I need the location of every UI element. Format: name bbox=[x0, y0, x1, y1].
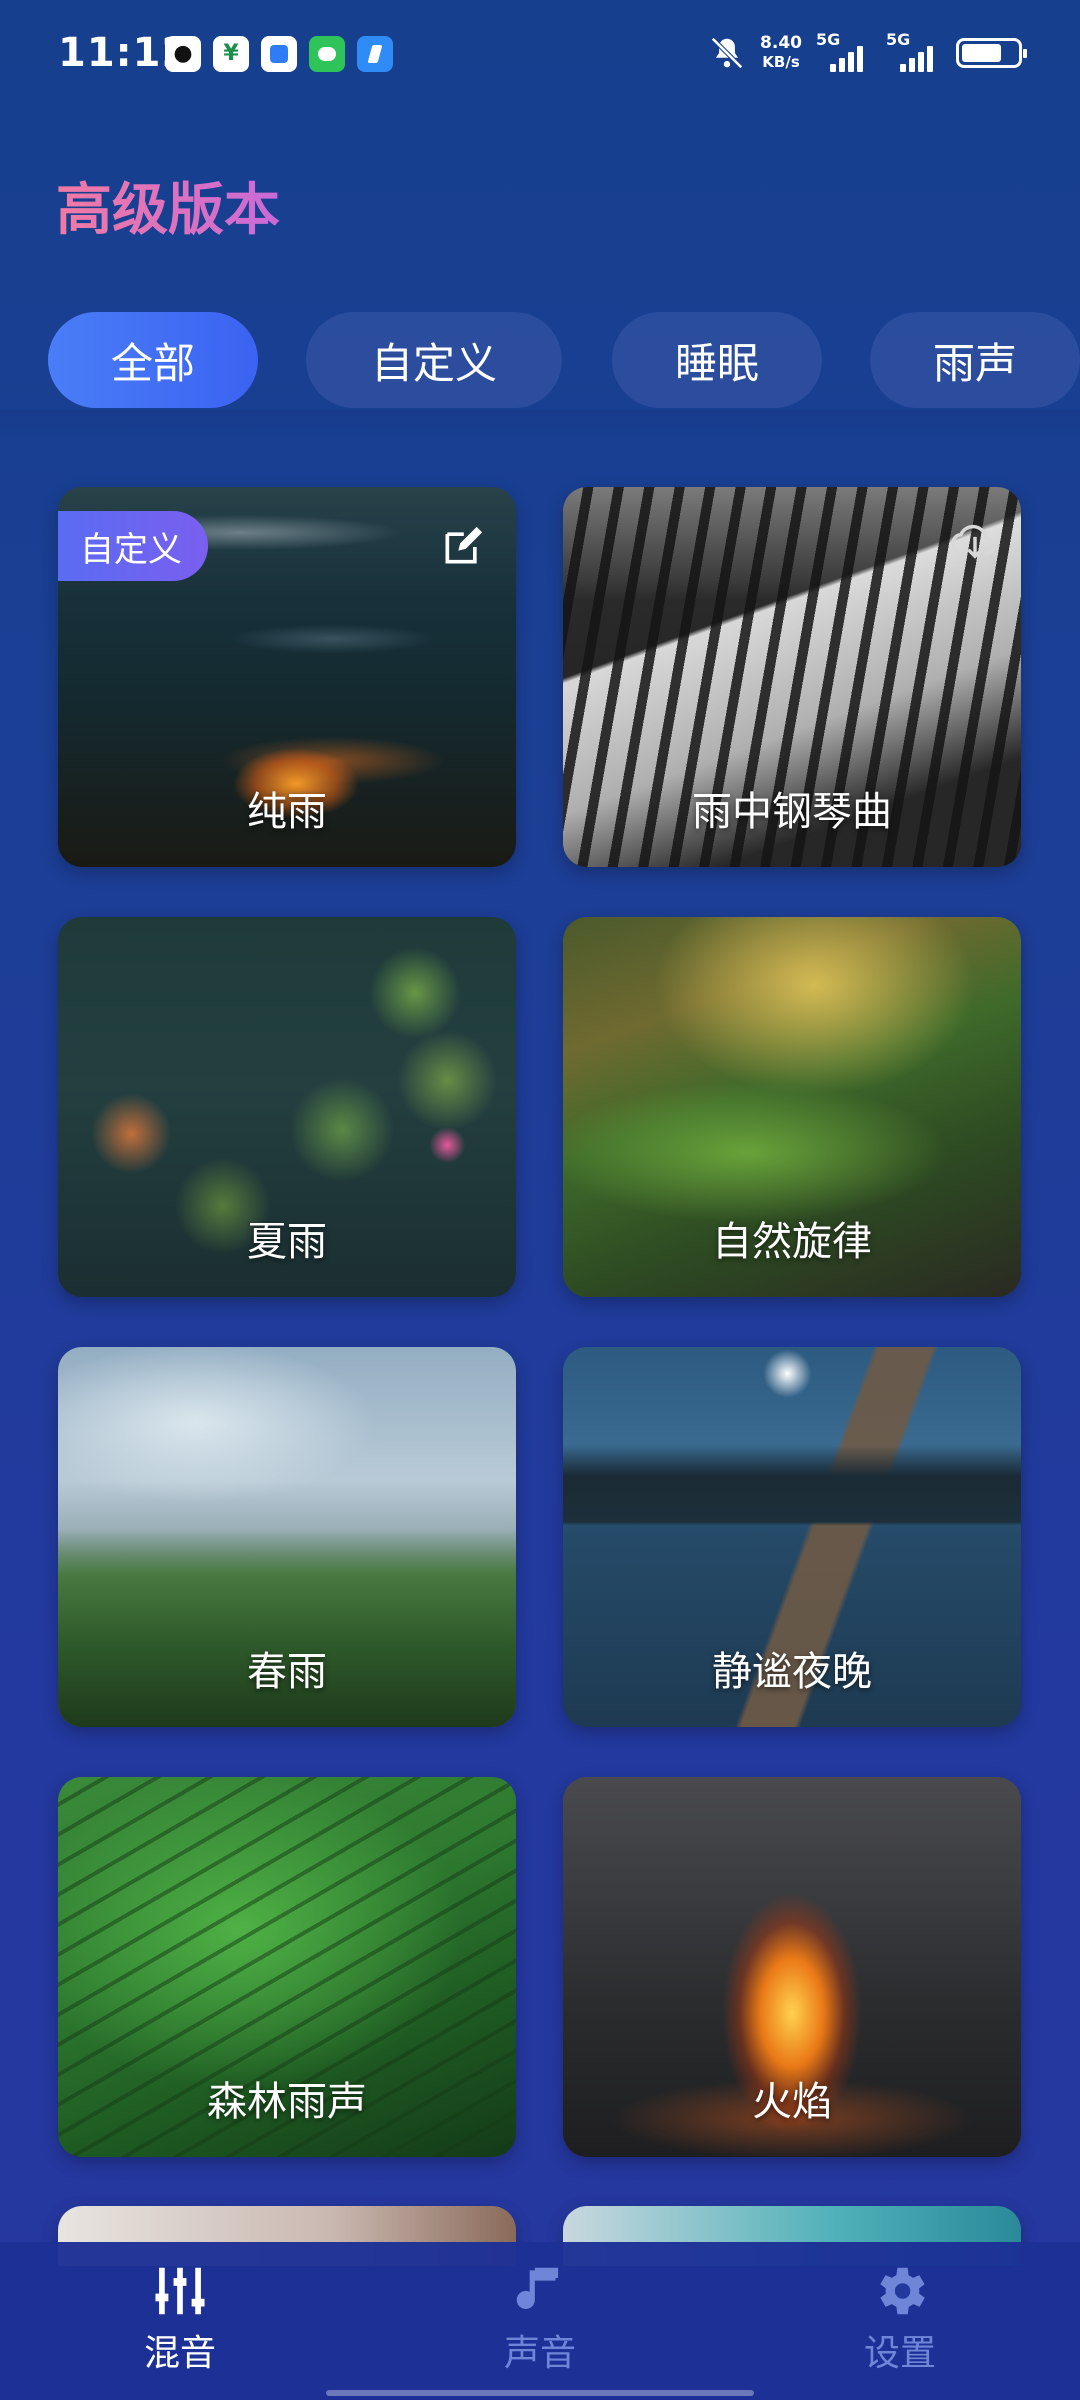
nav-settings-label: 设置 bbox=[863, 2333, 936, 2374]
signal-bars-icon bbox=[830, 46, 863, 72]
card-title: 纯雨 bbox=[247, 789, 327, 835]
wechat-icon bbox=[309, 36, 345, 72]
signal-5g-2: 5G bbox=[886, 32, 942, 74]
category-tabs: 全部 自定义 睡眠 雨声 bbox=[48, 312, 1080, 408]
status-right: 8.40 KB/s 5G 5G bbox=[708, 32, 1027, 74]
sound-card-quiet-night[interactable]: 静谧夜晚 bbox=[563, 1347, 1021, 1727]
nav-mix-label: 混音 bbox=[143, 2333, 216, 2374]
card-title: 雨中钢琴曲 bbox=[692, 789, 892, 835]
gear-icon bbox=[880, 2267, 925, 2315]
mixer-icon bbox=[155, 2267, 205, 2315]
sound-card-summer-rain[interactable]: 夏雨 bbox=[58, 917, 516, 1297]
sound-card-pure-rain[interactable]: 自定义 纯雨 bbox=[58, 487, 516, 867]
custom-badge: 自定义 bbox=[58, 511, 208, 581]
nav-mix[interactable]: 混音 bbox=[100, 2260, 260, 2376]
nav-settings[interactable]: 设置 bbox=[820, 2260, 980, 2376]
meeting-app-icon bbox=[261, 36, 297, 72]
tab-all[interactable]: 全部 bbox=[48, 312, 258, 408]
tab-sleep[interactable]: 睡眠 bbox=[612, 312, 822, 408]
sound-card-nature-melody[interactable]: 自然旋律 bbox=[563, 917, 1021, 1297]
cloud-download-icon[interactable] bbox=[949, 513, 1001, 565]
bank-app-icon: ¥ bbox=[213, 36, 249, 72]
sound-card-forest-rain[interactable]: 森林雨声 bbox=[58, 1777, 516, 2157]
feishu-icon bbox=[357, 36, 393, 72]
card-title: 夏雨 bbox=[247, 1219, 327, 1265]
status-bar: 11:12 ● ¥ 8.40 KB/s 5G 5G bbox=[0, 0, 1080, 110]
qq-icon: ● bbox=[165, 36, 201, 72]
card-title: 春雨 bbox=[247, 1649, 327, 1695]
card-title: 森林雨声 bbox=[207, 2079, 367, 2125]
sound-card-piano-rain[interactable]: 雨中钢琴曲 bbox=[563, 487, 1021, 867]
network-speed: 8.40 KB/s bbox=[760, 34, 802, 72]
tab-rain[interactable]: 雨声 bbox=[870, 312, 1080, 408]
nav-sound[interactable]: 声音 bbox=[460, 2260, 620, 2376]
sound-card-flame[interactable]: 火焰 bbox=[563, 1777, 1021, 2157]
signal-5g-1: 5G bbox=[816, 32, 872, 74]
music-note-icon bbox=[516, 2267, 559, 2309]
card-title: 火焰 bbox=[752, 2079, 832, 2125]
bottom-nav: 混音 声音 设置 bbox=[0, 2242, 1080, 2400]
tab-custom[interactable]: 自定义 bbox=[306, 312, 562, 408]
page-title: 高级版本 bbox=[56, 165, 280, 246]
network-speed-value: 8.40 bbox=[760, 33, 802, 53]
sound-card-spring-rain[interactable]: 春雨 bbox=[58, 1347, 516, 1727]
card-title: 静谧夜晚 bbox=[712, 1649, 872, 1695]
network-speed-unit: KB/s bbox=[762, 53, 800, 71]
notification-icons: ● ¥ bbox=[165, 36, 393, 72]
home-indicator[interactable] bbox=[326, 2390, 754, 2396]
edit-icon[interactable] bbox=[440, 525, 484, 569]
card-title: 自然旋律 bbox=[712, 1219, 872, 1265]
signal-bars-icon-2 bbox=[900, 46, 933, 72]
mute-bell-icon bbox=[711, 37, 743, 69]
battery-icon bbox=[956, 38, 1027, 68]
nav-sound-label: 声音 bbox=[503, 2333, 576, 2374]
header-divider bbox=[0, 410, 1080, 440]
